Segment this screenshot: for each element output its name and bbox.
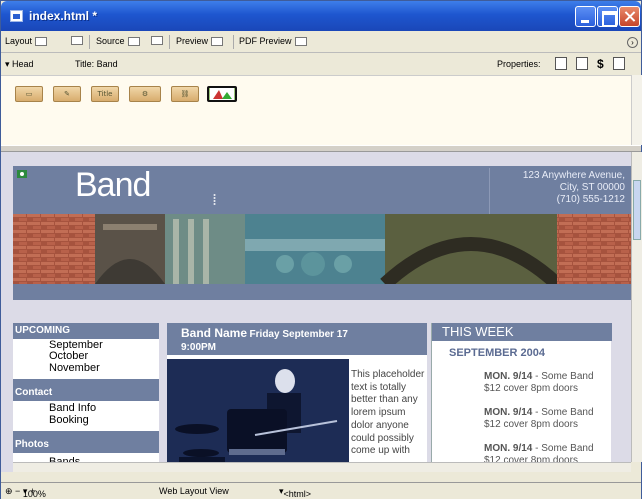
separator xyxy=(89,35,90,49)
separator xyxy=(233,35,234,49)
split-icon xyxy=(71,36,83,45)
object-label: Title xyxy=(97,90,113,98)
anchor-icon xyxy=(17,170,27,178)
close-button[interactable] xyxy=(619,6,640,27)
sidebar-heading-contact: Contact xyxy=(13,379,159,401)
address-line: City, ST 00000 xyxy=(559,182,625,193)
source-split-icon xyxy=(151,36,163,45)
script-object-icon[interactable]: ✎ xyxy=(53,86,81,102)
tab-label: Source xyxy=(96,36,125,46)
properties-icons: $ xyxy=(555,57,625,71)
tab-pdf-preview[interactable]: PDF Preview xyxy=(239,36,307,46)
maximize-button[interactable] xyxy=(597,6,618,27)
header-photo xyxy=(13,214,631,284)
tag-path-text: <html> <head> <link> xyxy=(283,489,312,499)
link-object-icon[interactable]: ⛓ xyxy=(171,86,199,102)
design-view: Band ⁞ 123 Anywhere Avenue, City, ST 000… xyxy=(1,152,631,472)
pdf-icon xyxy=(294,36,307,46)
minimize-button[interactable] xyxy=(575,6,596,27)
tab-label: Layout xyxy=(5,36,33,46)
page-banner: Band ⁞ 123 Anywhere Avenue, City, ST 000… xyxy=(13,166,631,214)
head-bar: ▾ Head Title: Band Properties: $ xyxy=(1,53,641,75)
dollar-icon[interactable]: $ xyxy=(597,57,604,71)
band-name: Band Name xyxy=(181,326,248,340)
event-date: Friday September 17 xyxy=(249,329,348,340)
sidebar-link-booking[interactable]: Booking xyxy=(49,415,89,426)
address-block: 123 Anywhere Avenue, City, ST 00000 (710… xyxy=(489,168,631,214)
title-object[interactable]: Title xyxy=(91,86,119,102)
view-mode: Web Layout View xyxy=(159,486,229,496)
head-toggle-label: Head xyxy=(12,59,34,69)
page-properties-icon[interactable] xyxy=(555,57,567,70)
window-title: index.html * xyxy=(29,9,98,23)
month-label: SEPTEMBER 2004 xyxy=(449,347,545,359)
tab-layout[interactable]: Layout xyxy=(5,36,48,46)
separator xyxy=(169,35,170,49)
zoom-level: 100% xyxy=(22,489,46,499)
layout-icon xyxy=(35,36,48,46)
feature-column: Band Name Friday September 17 9:00PM Thi… xyxy=(167,323,427,472)
doc-menu-icon[interactable] xyxy=(612,57,625,70)
event-date: MON. 9/14 xyxy=(484,443,533,454)
tab-label: Preview xyxy=(176,36,209,46)
vertical-scrollbar[interactable] xyxy=(631,152,642,462)
sidebar-heading-photos: Photos xyxy=(13,431,159,453)
keywords-object-icon[interactable]: ⚙ xyxy=(129,86,161,102)
status-bar: ⊕ − 100% ▾ + Web Layout View ▾ <html> <h… xyxy=(1,482,641,499)
options-icon[interactable]: › xyxy=(627,37,638,48)
page-title-label: Title: Band xyxy=(75,59,118,69)
event-item[interactable]: MON. 9/14 - Some Band $12 cover 8pm door… xyxy=(484,371,612,395)
document-icon xyxy=(10,10,23,22)
band-photo xyxy=(167,359,349,472)
sidebar-link-november[interactable]: November xyxy=(49,363,100,374)
head-content-area: ▭ ✎ Title ⚙ ⛓ xyxy=(1,75,631,145)
feature-heading: Band Name Friday September 17 9:00PM xyxy=(167,323,427,355)
tab-preview[interactable]: Preview xyxy=(176,36,224,46)
event-date: MON. 9/14 xyxy=(484,371,533,382)
tag-path[interactable]: ▾ <html> <head> <link> xyxy=(279,486,311,499)
sidebar-heading-upcoming: UPCOMING xyxy=(13,323,159,339)
tab-source[interactable]: Source xyxy=(96,36,140,46)
head-toggle[interactable]: ▾ Head xyxy=(5,59,34,70)
meta-object-icon[interactable]: ▭ xyxy=(15,86,43,102)
properties-label: Properties: xyxy=(497,59,541,69)
scroll-thumb[interactable] xyxy=(633,180,641,240)
tab-source-alt[interactable] xyxy=(151,36,163,45)
head-scrollbar[interactable] xyxy=(631,75,642,145)
address-line: 123 Anywhere Avenue, xyxy=(522,170,625,181)
left-sidebar: UPCOMING September October November Cont… xyxy=(13,323,159,472)
image-thumbnail xyxy=(210,88,234,100)
view-tabs: Layout Source Preview PDF Preview › xyxy=(1,31,641,53)
this-week-heading: THIS WEEK xyxy=(432,323,612,341)
title-bar[interactable]: index.html * xyxy=(1,1,641,31)
source-icon xyxy=(127,36,140,46)
tab-label: PDF Preview xyxy=(239,36,292,46)
banner-divider: ⁞ xyxy=(212,190,218,209)
event-item[interactable]: MON. 9/14 - Some Band $12 cover 8pm door… xyxy=(484,407,612,431)
sidebar-link-october[interactable]: October xyxy=(49,351,88,362)
splitter[interactable] xyxy=(1,145,641,152)
event-time: 9:00PM xyxy=(181,342,217,353)
band-logo: Band xyxy=(75,166,151,204)
preview-icon xyxy=(211,36,224,46)
sidebar-link-band-info[interactable]: Band Info xyxy=(49,403,96,414)
tab-layout-alt[interactable] xyxy=(71,36,83,45)
style-object-icon[interactable] xyxy=(207,86,237,102)
phone-line: (710) 555-1212 xyxy=(556,194,625,205)
css-icon[interactable] xyxy=(576,57,588,70)
nav-bar xyxy=(13,284,631,300)
horizontal-scrollbar[interactable] xyxy=(13,462,631,472)
this-week-column: THIS WEEK SEPTEMBER 2004 MON. 9/14 - Som… xyxy=(431,323,612,472)
event-date: MON. 9/14 xyxy=(484,407,533,418)
zoom-controls[interactable]: ⊕ − 100% ▾ + xyxy=(5,486,46,499)
app-window: index.html * Layout Source Preview PDF P… xyxy=(0,0,642,499)
feature-body: This placeholder text is totally better … xyxy=(351,369,425,457)
